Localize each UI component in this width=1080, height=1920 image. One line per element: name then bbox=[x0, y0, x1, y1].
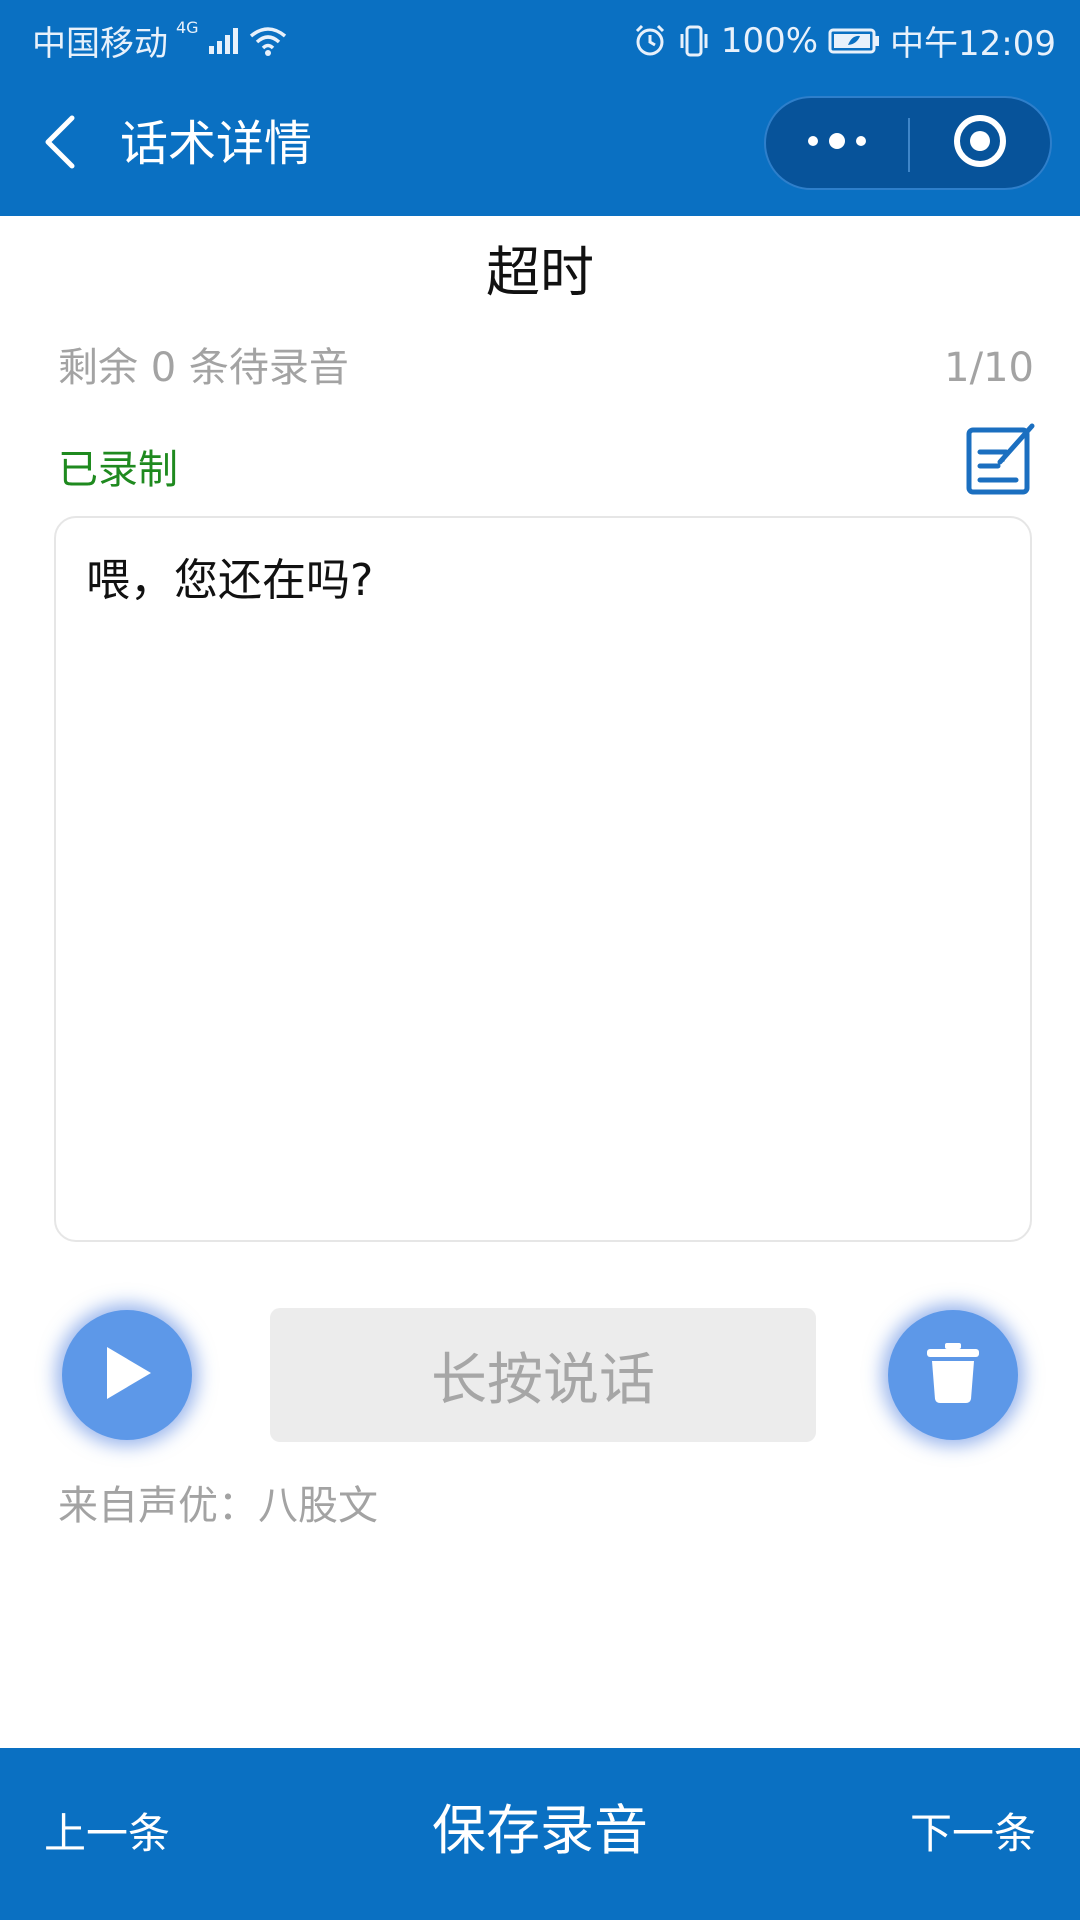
network-type-label: 4G bbox=[176, 18, 199, 37]
hold-to-talk-button[interactable]: 长按说话 bbox=[270, 1308, 816, 1442]
delete-recording-button[interactable] bbox=[888, 1310, 1018, 1440]
vibrate-icon bbox=[677, 24, 711, 58]
script-text: 喂，您还在吗? bbox=[86, 555, 374, 606]
script-title: 超时 bbox=[486, 241, 594, 304]
wifi-icon bbox=[249, 25, 287, 57]
carrier-label: 中国移动 bbox=[32, 24, 168, 64]
status-left: 中国移动 4G bbox=[32, 16, 287, 65]
play-button[interactable] bbox=[62, 1310, 192, 1440]
target-circle-icon bbox=[952, 113, 1008, 173]
back-button[interactable] bbox=[30, 110, 90, 178]
prev-item-button[interactable]: 上一条 bbox=[44, 1806, 170, 1862]
page-counter: 1/10 bbox=[944, 345, 1034, 391]
more-dots-icon bbox=[805, 131, 869, 155]
signal-icon bbox=[207, 26, 241, 56]
battery-icon bbox=[828, 27, 880, 55]
status-right: 100% 中午12:09 bbox=[633, 16, 1056, 65]
top-bar: 中国移动 4G 100% 中午12:09 话术详情 bbox=[0, 0, 1080, 216]
voice-actor-label: 来自声优：八股文 bbox=[58, 1483, 378, 1529]
page-title: 话术详情 bbox=[120, 116, 313, 172]
trash-icon bbox=[925, 1341, 981, 1409]
edit-button[interactable] bbox=[966, 420, 1038, 496]
nav-header: 话术详情 bbox=[0, 74, 1080, 216]
alarm-icon bbox=[633, 24, 667, 58]
script-text-card: 喂，您还在吗? bbox=[54, 516, 1032, 1242]
bottom-bar: 上一条 保存录音 下一条 bbox=[0, 1748, 1080, 1920]
clock-time: 中午12:09 bbox=[890, 24, 1056, 64]
battery-percent: 100% bbox=[720, 20, 819, 61]
save-recording-button[interactable]: 保存录音 bbox=[340, 1796, 740, 1866]
remaining-count: 剩余 0 条待录音 bbox=[58, 345, 349, 391]
edit-note-icon bbox=[966, 423, 1038, 500]
play-icon bbox=[99, 1343, 155, 1407]
status-bar: 中国移动 4G 100% 中午12:09 bbox=[0, 0, 1080, 74]
miniprogram-capsule bbox=[764, 96, 1052, 190]
chevron-left-icon bbox=[42, 114, 78, 174]
app-root: 中国移动 4G 100% 中午12:09 话术详情 超时 剩余 0 条待录音 1… bbox=[0, 0, 1080, 1920]
recorded-status: 已录制 bbox=[58, 447, 178, 493]
next-item-button[interactable]: 下一条 bbox=[910, 1806, 1036, 1862]
more-button[interactable] bbox=[766, 98, 908, 188]
close-miniprogram-button[interactable] bbox=[910, 98, 1050, 188]
